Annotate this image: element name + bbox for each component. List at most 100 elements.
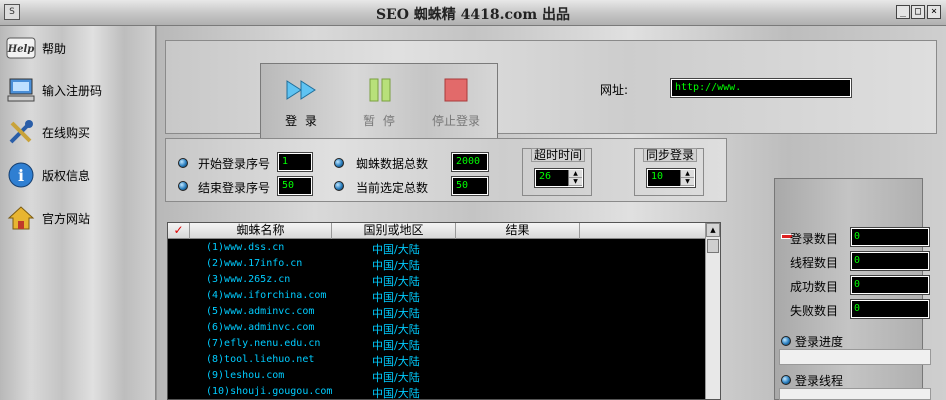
total-label: 蜘蛛数据总数 [356, 157, 429, 171]
table-row[interactable]: (10)shouji.gougou.com 中国/大陆 [168, 384, 706, 400]
maximize-button[interactable]: □ [911, 5, 925, 19]
row-name: (2)www.17info.cn [206, 258, 303, 269]
success-value: 0 [850, 275, 930, 295]
stop-button[interactable]: 停止登录 [421, 72, 491, 134]
column-header-result[interactable]: 结果 [456, 223, 580, 239]
sidebar-item-website[interactable]: 官方网站 [6, 202, 150, 234]
title-bar: S SEO 蜘蛛精 4418.com 出品 _ □ × [0, 0, 946, 26]
row-name: (9)leshou.com [206, 370, 285, 381]
row-name: (1)www.dss.cn [206, 242, 285, 253]
login-count-value: 0 [850, 227, 930, 247]
column-header-blank [580, 223, 706, 239]
timeout-arrows[interactable]: ▲ ▼ [568, 170, 582, 186]
table-row[interactable]: (7)efly.nenu.edu.cn 中国/大陆 [168, 336, 706, 352]
sidebar-item-help[interactable]: Help 帮助 [6, 32, 150, 64]
sync-group: 同步登录 10 ▲ ▼ [634, 148, 704, 196]
row-region: 中国/大陆 [372, 323, 420, 336]
timeout-value: 26 [539, 171, 552, 182]
total-radio[interactable] [334, 158, 344, 168]
column-header-name[interactable]: 蜘蛛名称 [190, 223, 332, 239]
row-region: 中国/大陆 [372, 307, 420, 320]
timeout-group: 超时时间 26 ▲ ▼ [522, 148, 592, 196]
row-region: 中国/大陆 [372, 259, 420, 272]
start-input[interactable]: 1 [277, 152, 313, 172]
sidebar-item-copyright[interactable]: i 版权信息 [6, 159, 150, 191]
column-header-region[interactable]: 国别或地区 [332, 223, 456, 239]
row-name: (8)tool.liehuo.net [206, 354, 315, 365]
thread-label: 登录线程 [795, 374, 844, 388]
sidebar-item-label: 在线购买 [42, 125, 91, 140]
threads-value: 0 [850, 251, 930, 271]
stop-icon [421, 72, 491, 108]
home-icon [6, 203, 36, 233]
login-label: 登 录 [285, 114, 319, 128]
selected-input[interactable]: 50 [451, 176, 489, 196]
fail-value: 0 [850, 299, 930, 319]
row-name: (6)www.adminvc.com [206, 322, 315, 333]
row-name: (7)efly.nenu.edu.cn [206, 338, 321, 349]
row-region: 中国/大陆 [372, 243, 420, 256]
row-region: 中国/大陆 [372, 387, 420, 400]
sidebar-item-label: 官方网站 [42, 211, 91, 226]
success-label: 成功数目 [789, 280, 838, 294]
tools-icon [6, 117, 36, 147]
spin-down-icon[interactable]: ▼ [569, 178, 582, 186]
start-radio[interactable] [178, 158, 188, 168]
computer-icon [6, 75, 36, 105]
total-input[interactable]: 2000 [451, 152, 489, 172]
table-row[interactable]: (6)www.adminvc.com 中国/大陆 [168, 320, 706, 336]
sidebar-item-buy[interactable]: 在线购买 [6, 116, 150, 148]
row-region: 中国/大陆 [372, 339, 420, 352]
minimize-button[interactable]: _ [896, 5, 910, 19]
info-icon: i [6, 160, 36, 190]
selected-label: 当前选定总数 [356, 181, 429, 195]
selected-radio[interactable] [334, 181, 344, 191]
url-input[interactable]: http://www. [670, 78, 852, 98]
thread-radio [781, 375, 791, 385]
progress-radio [781, 336, 791, 346]
url-label: 网址: [600, 83, 629, 97]
row-name: (4)www.iforchina.com [206, 290, 327, 301]
table-row[interactable]: (4)www.iforchina.com 中国/大陆 [168, 288, 706, 304]
spin-up-icon[interactable]: ▲ [569, 170, 582, 178]
toolbar-panel: 登 录 暂 停 停止登录 网址: http://www. [165, 40, 937, 141]
end-radio[interactable] [178, 181, 188, 191]
pause-icon [345, 72, 415, 108]
sync-arrows[interactable]: ▲ ▼ [680, 170, 694, 186]
sidebar-item-label: 版权信息 [42, 168, 91, 183]
play-icon [267, 72, 337, 108]
login-progress-bar [779, 349, 931, 365]
spin-down-icon[interactable]: ▼ [681, 178, 694, 186]
scroll-up-icon[interactable]: ▲ [706, 223, 720, 237]
sync-spinner[interactable]: 10 ▲ ▼ [646, 168, 696, 188]
stats-panel: 登录数目 0 线程数目 0 成功数目 0 失败数目 0 登录进度 登录线程 [774, 178, 931, 400]
spin-up-icon[interactable]: ▲ [681, 170, 694, 178]
table-row[interactable]: (8)tool.liehuo.net 中国/大陆 [168, 352, 706, 368]
table-row[interactable]: (1)www.dss.cn 中国/大陆 [168, 240, 706, 256]
timeout-title: 超时时间 [531, 148, 585, 162]
list-scrollbar[interactable]: ▲ [705, 223, 720, 399]
end-input[interactable]: 50 [277, 176, 313, 196]
start-label: 开始登录序号 [198, 157, 271, 171]
row-region: 中国/大陆 [372, 371, 420, 384]
sidebar: Help 帮助 输入注册码 在线购买 i 版权信息 官方网站 [0, 26, 156, 400]
login-button[interactable]: 登 录 [267, 72, 337, 134]
info-icon-text: i [18, 166, 24, 185]
sidebar-item-register[interactable]: 输入注册码 [6, 74, 150, 106]
sidebar-item-label: 帮助 [42, 41, 67, 56]
timeout-spinner[interactable]: 26 ▲ ▼ [534, 168, 584, 188]
table-row[interactable]: (9)leshou.com 中国/大陆 [168, 368, 706, 384]
table-row[interactable]: (2)www.17info.cn 中国/大陆 [168, 256, 706, 272]
spider-list[interactable]: ✓ 蜘蛛名称 国别或地区 结果 (1)www.dss.cn 中国/大陆 (2)ww… [167, 222, 721, 400]
login-thread-bar [779, 388, 931, 400]
threads-label: 线程数目 [789, 256, 838, 270]
pause-button[interactable]: 暂 停 [345, 72, 415, 134]
scroll-thumb[interactable] [707, 239, 719, 253]
pause-label: 暂 停 [363, 114, 397, 128]
table-row[interactable]: (3)www.265z.cn 中国/大陆 [168, 272, 706, 288]
table-row[interactable]: (5)www.adminvc.com 中国/大陆 [168, 304, 706, 320]
help-icon-text: Help [7, 44, 35, 55]
check-icon[interactable]: ✓ [168, 223, 190, 239]
close-button[interactable]: × [927, 5, 941, 19]
row-name: (5)www.adminvc.com [206, 306, 315, 317]
